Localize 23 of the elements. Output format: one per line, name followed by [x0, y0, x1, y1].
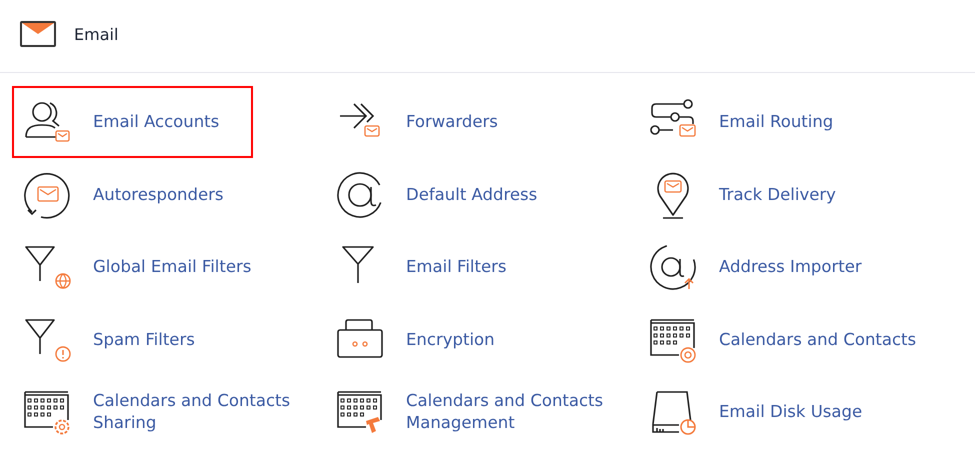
- at-sign-upload-icon: [649, 243, 697, 292]
- section-title: Email: [74, 24, 118, 44]
- tool-link[interactable]: Default Address: [325, 158, 572, 231]
- tool-link[interactable]: Track Delivery: [638, 158, 870, 231]
- tool-link[interactable]: Email Accounts: [12, 86, 254, 158]
- tool-link[interactable]: Email Routing: [638, 86, 868, 158]
- disk-pie-icon: [649, 388, 697, 436]
- tool-link[interactable]: Global Email Filters: [12, 231, 286, 304]
- tool-link[interactable]: Calendars and Contacts: [638, 304, 950, 376]
- funnel-globe-icon: [23, 243, 71, 292]
- tool-link[interactable]: Email Disk Usage: [638, 376, 896, 448]
- tool-link[interactable]: Address Importer: [638, 231, 896, 304]
- envelope-icon: [20, 21, 56, 47]
- at-sign-icon: [336, 170, 384, 219]
- tool-link[interactable]: Encryption: [325, 304, 529, 376]
- circular-arrow-mail-icon: [23, 170, 71, 219]
- tool-link[interactable]: Autoresponders: [12, 158, 258, 231]
- tool-link[interactable]: Forwarders: [325, 86, 532, 158]
- tool-link[interactable]: Calendars and Contacts Management: [325, 376, 638, 448]
- tool-link[interactable]: Calendars and Contacts Sharing: [12, 376, 325, 448]
- tool-link[interactable]: Spam Filters: [12, 304, 229, 376]
- tool-link[interactable]: Email Filters: [325, 231, 540, 304]
- calendar-gear-icon: [23, 388, 71, 436]
